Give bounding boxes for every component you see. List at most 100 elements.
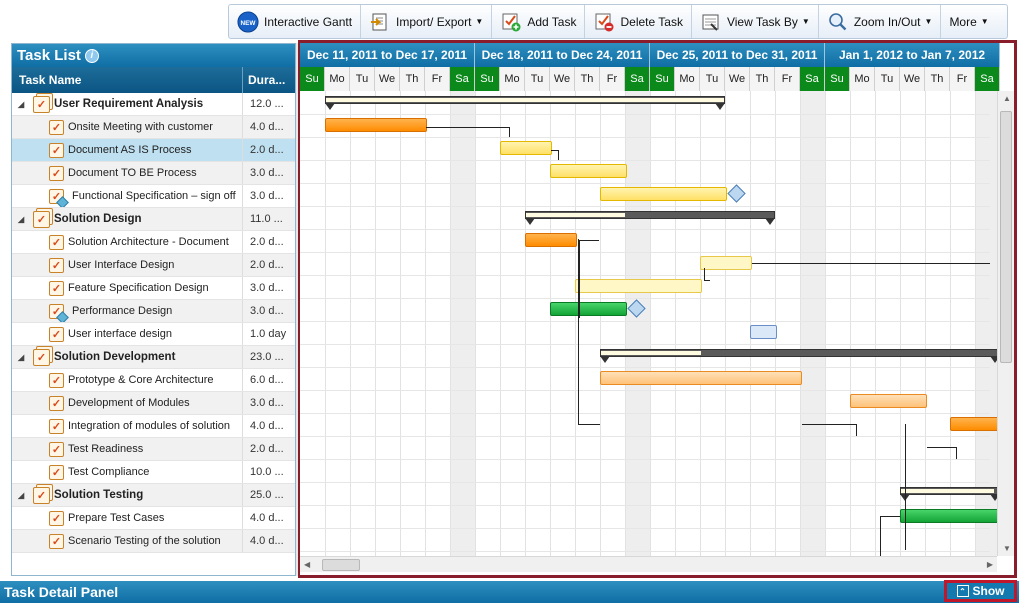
task-name-cell: ✓ Prototype & Core Architecture [12,369,243,391]
vertical-scrollbar[interactable]: ▲ ▼ [997,91,1014,556]
task-bar[interactable] [850,394,927,408]
scroll-up-icon[interactable]: ▲ [1003,94,1011,103]
task-row[interactable]: ✓ Test Readiness 2.0 d... [12,438,295,461]
task-row[interactable]: ✓ Test Compliance 10.0 ... [12,461,295,484]
view-task-by-button[interactable]: View Task By ▼ [692,5,819,38]
task-row[interactable]: ✓ Document AS IS Process 2.0 d... [12,139,295,162]
day-header: Fr [425,67,450,91]
task-name-cell: ✓ Performance Design [12,300,243,322]
task-bar[interactable] [600,371,802,385]
task-name-cell: ◢ ✓ Solution Testing [12,484,243,506]
task-row[interactable]: ✓ Scenario Testing of the solution 4.0 d..… [12,530,295,553]
task-bar[interactable] [575,279,702,293]
task-row[interactable]: ✓ Prototype & Core Architecture 6.0 d... [12,369,295,392]
task-name-cell: ◢ ✓ User Requirement Analysis [12,93,243,115]
summary-bar[interactable] [525,211,775,225]
task-bar[interactable] [950,417,1002,431]
task-bar[interactable] [525,233,577,247]
week-header: Dec 11, 2011 to Dec 17, 2011 [300,43,475,67]
gantt-chart: Dec 11, 2011 to Dec 17, 2011 Dec 18, 201… [300,43,1014,575]
zoom-button[interactable]: Zoom In/Out ▼ [819,5,942,38]
task-group-row[interactable]: ◢ ✓ User Requirement Analysis 12.0 ... [12,93,295,116]
scroll-left-icon[interactable]: ◀ [304,560,310,569]
day-header: Sa [625,67,650,91]
row-gridline [300,459,990,460]
milestone-task-icon: ✓ [49,188,64,204]
column-header-duration[interactable]: Dura... [243,67,295,93]
task-name-cell: ✓ Integration of modules of solution [12,415,243,437]
task-icon: ✓ [49,257,64,273]
horizontal-scrollbar[interactable]: ◀ ▶ [300,556,997,572]
task-row[interactable]: ✓ User interface design 1.0 day [12,323,295,346]
task-duration-cell: 10.0 ... [250,466,284,478]
horizontal-scroll-thumb[interactable] [322,559,360,571]
day-header: Th [925,67,950,91]
task-bar[interactable] [550,302,627,316]
row-gridline [300,528,990,529]
column-header-task-name[interactable]: Task Name [12,67,243,93]
collapse-icon[interactable]: ◢ [18,100,27,109]
week-header-row: Dec 11, 2011 to Dec 17, 2011 Dec 18, 201… [300,43,1000,67]
task-row[interactable]: ✓ Onsite Meeting with customer 4.0 d... [12,116,295,139]
task-row[interactable]: ✓ Functional Specification – sign off 3.0 … [12,185,295,208]
collapse-icon[interactable]: ◢ [18,215,27,224]
task-list-header: Task List i [12,44,295,67]
task-bar[interactable] [325,118,427,132]
delete-task-button[interactable]: Delete Task [585,5,692,38]
task-row[interactable]: ✓ Integration of modules of solution 4.0 d… [12,415,295,438]
task-row[interactable]: ✓ Document TO BE Process 3.0 d... [12,162,295,185]
task-duration-cell: 2.0 d... [250,259,284,271]
task-group-row[interactable]: ◢ ✓ Solution Testing 25.0 ... [12,484,295,507]
summary-bar[interactable] [325,96,725,110]
task-bar[interactable] [900,509,1002,523]
chevron-down-icon: ▼ [475,17,484,26]
day-header: Su [300,67,325,91]
collapse-icon[interactable]: ◢ [18,491,27,500]
task-bar[interactable] [600,187,727,201]
task-name-cell: ✓ Scenario Testing of the solution [12,530,243,552]
dependency-link [856,424,857,436]
summary-bar[interactable] [900,487,1000,501]
task-name-label: Performance Design [72,305,173,317]
task-row[interactable]: ✓ Solution Architecture - Document 2.0 d..… [12,231,295,254]
task-name-cell: ✓ User Interface Design [12,254,243,276]
summary-progress [601,351,701,355]
task-row[interactable]: ✓ Development of Modules 3.0 d... [12,392,295,415]
dependency-link [704,268,705,280]
task-group-row[interactable]: ◢ ✓ Solution Development 23.0 ... [12,346,295,369]
scroll-right-icon[interactable]: ▶ [987,560,993,569]
dependency-link [579,240,580,318]
task-row[interactable]: ✓ Performance Design 3.0 d... [12,300,295,323]
task-name-cell: ✓ Development of Modules [12,392,243,414]
interactive-gantt-button[interactable]: NEW Interactive Gantt [229,5,362,38]
task-bar[interactable] [500,141,552,155]
summary-bar[interactable] [600,349,1000,363]
task-bar[interactable] [550,164,627,178]
zoom-label: Zoom In/Out [853,14,921,29]
task-group-row[interactable]: ◢ ✓ Solution Design 11.0 ... [12,208,295,231]
info-icon[interactable]: i [84,48,99,63]
task-name-cell: ✓ Onsite Meeting with customer [12,116,243,138]
task-row[interactable]: ✓ User Interface Design 2.0 d... [12,254,295,277]
task-row[interactable]: ✓ Feature Specification Design 3.0 d... [12,277,295,300]
more-button[interactable]: More ▼ [941,5,996,38]
day-header: Th [575,67,600,91]
add-task-button[interactable]: Add Task [492,5,586,38]
dependency-link [927,447,957,448]
show-detail-button[interactable]: ⌃ Show [944,580,1017,602]
import-export-button[interactable]: Import/ Export ▼ [361,5,493,38]
dependency-link [956,447,957,459]
vertical-scroll-thumb[interactable] [1000,111,1012,363]
task-bar[interactable] [700,256,752,270]
collapse-icon[interactable]: ◢ [18,353,27,362]
task-bar[interactable] [750,325,777,339]
task-icon: ✓ [49,280,64,296]
scroll-down-icon[interactable]: ▼ [1003,544,1011,553]
task-name-label: Document TO BE Process [68,167,197,179]
task-detail-title: Task Detail Panel [4,584,119,600]
milestone-diamond[interactable] [727,184,746,203]
dependency-link [880,516,900,517]
task-row[interactable]: ✓ Prepare Test Cases 4.0 d... [12,507,295,530]
dependency-link [905,424,906,550]
task-icon: ✓ [49,441,64,457]
